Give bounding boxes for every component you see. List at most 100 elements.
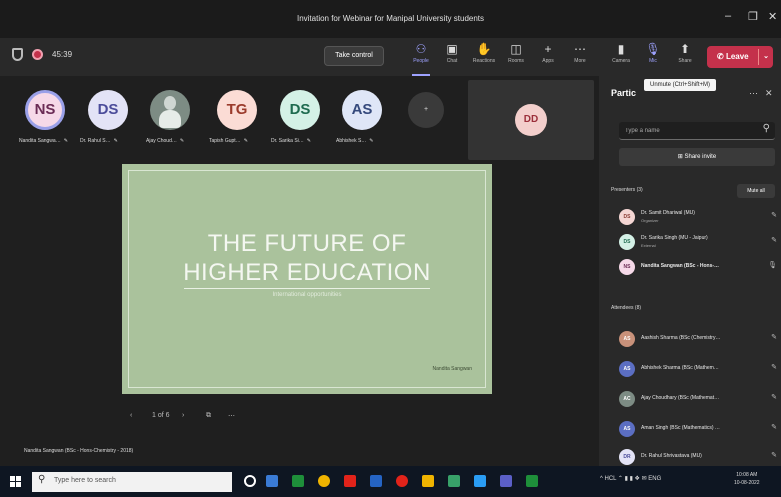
file-explorer-icon[interactable] (422, 475, 434, 487)
avatar: DS (619, 234, 635, 250)
meeting-timer: 45:39 (52, 50, 73, 59)
presenters-header[interactable]: Presenters (3) (611, 187, 643, 193)
chat-button[interactable]: ▣ Chat (437, 41, 467, 73)
mic-off-icon: ✎ (369, 138, 374, 144)
more-button[interactable]: ⋯ More (565, 41, 595, 73)
avatar: DD (515, 104, 547, 136)
restore-button[interactable]: ❐ (748, 10, 758, 23)
taskbar-app-icon[interactable] (474, 475, 486, 487)
taskbar-app-icon[interactable] (344, 475, 356, 487)
participant-row[interactable]: DS Dr. Sarika Singh (MU - Jaipur) Extern… (619, 233, 779, 253)
close-panel-icon[interactable]: ✕ (765, 88, 773, 99)
chevron-down-icon[interactable]: ⌄ (763, 46, 769, 68)
avatar: AC (619, 391, 635, 407)
mic-off-icon: ✎ (771, 237, 777, 244)
attendees-header[interactable]: Attendees (8) (611, 305, 641, 311)
participant-search[interactable]: ⚲ (619, 122, 775, 140)
slide-navigation: ‹ 1 of 6 › ⧉ ⋯ (130, 412, 260, 426)
participant-row[interactable]: NS Nandita Sangwan (BSc - Hons-… 🎙 (619, 258, 779, 278)
panel-more-button[interactable]: ⋯ (749, 88, 758, 99)
meeting-stage: NS DS TG DS AS Nandita Sangwa… ✎ Dr. Rahu… (0, 76, 599, 466)
avatar-photo-body (159, 110, 181, 128)
participant-role: External (641, 243, 656, 248)
participant-name: Nandita Sangwan (BSc - Hons-… (641, 263, 720, 269)
minimize-button[interactable]: – (725, 10, 731, 22)
chrome-icon[interactable] (318, 475, 330, 487)
avatar-initials: DS (289, 101, 311, 118)
close-window-button[interactable]: ✕ (768, 10, 777, 23)
participant-row[interactable]: AC Ajay Choudhary (BSc (Mathemat… ✎ (619, 390, 779, 410)
rooms-button[interactable]: ◫ Rooms (501, 41, 531, 73)
camera-label: Camera (612, 58, 630, 64)
people-icon: ⚇ (415, 42, 427, 56)
search-input[interactable] (625, 125, 745, 137)
participant-row[interactable]: DR Dr. Rahul Shrivastava (MU) ✎ (619, 448, 779, 468)
participant-avatar[interactable]: DS (280, 90, 320, 130)
prev-slide-button[interactable]: ‹ (130, 412, 132, 419)
participant-row[interactable]: AS Aashish Sharma (BSc (Chemistry… ✎ (619, 330, 779, 350)
mic-button[interactable]: 🎙 Mic (638, 41, 668, 73)
reactions-icon: ✋ (476, 42, 492, 56)
taskbar-app-icon[interactable] (396, 475, 408, 487)
participant-name: Abhishek Sharma (BSc (Mathem… (641, 365, 719, 371)
participant-name: Dr. Samit Dhariwal (MU) (641, 210, 695, 216)
taskbar-app-icon[interactable] (370, 475, 382, 487)
people-button[interactable]: ⚇ People (406, 41, 436, 76)
camera-button[interactable]: ▮ Camera (606, 41, 636, 73)
participant-row[interactable]: DS Dr. Samit Dhariwal (MU) Organizer ✎ (619, 208, 779, 228)
taskbar-app-icon[interactable] (448, 475, 460, 487)
taskbar-search[interactable]: ⚲ Type here to search (32, 472, 232, 492)
leave-label: Leave (725, 52, 749, 61)
apps-label: Apps (542, 58, 554, 64)
avatar: AS (619, 421, 635, 437)
avatar-initials: TG (226, 101, 248, 118)
participant-avatar[interactable]: TG (217, 90, 257, 130)
taskbar-app-icon[interactable] (526, 475, 538, 487)
avatar: AS (619, 361, 635, 377)
share-button[interactable]: ⬆ Share (670, 41, 700, 73)
take-control-button[interactable]: Take control (324, 46, 384, 66)
clock-time: 10:08 AM (736, 472, 758, 478)
more-participants-button[interactable]: + (408, 92, 444, 128)
participant-name: Aashish Sharma (BSc (Chemistry… (641, 335, 721, 341)
copy-icon[interactable]: ⧉ (206, 412, 211, 420)
participant-row[interactable]: AS Aman Singh (BSc (Mathematics) … ✎ (619, 420, 779, 440)
teams-icon[interactable] (500, 475, 512, 487)
participant-name: Nandita Sangwa… ✎ (19, 138, 68, 144)
slide-author: Nandita Sangwan (432, 366, 472, 372)
people-label: People (413, 58, 429, 64)
shared-slide: THE FUTURE OF HIGHER EDUCATION Internati… (122, 164, 492, 394)
participant-avatar[interactable] (150, 90, 190, 130)
participant-avatar[interactable]: NS (25, 90, 65, 130)
participant-row[interactable]: AS Abhishek Sharma (BSc (Mathem… ✎ (619, 360, 779, 380)
rooms-label: Rooms (508, 58, 524, 64)
avatar: AS (619, 331, 635, 347)
shield-icon (12, 48, 23, 61)
participant-name: Dr. Sarika Si… ✎ (271, 138, 311, 144)
avatar: DR (619, 449, 635, 465)
task-view-icon[interactable] (266, 475, 278, 487)
reactions-button[interactable]: ✋ Reactions (469, 41, 499, 73)
avatar-initials: NS (34, 101, 56, 118)
mic-off-icon: ✎ (771, 424, 777, 431)
mute-all-button[interactable]: Mute all (737, 184, 775, 198)
next-slide-button[interactable]: › (182, 412, 184, 419)
participant-avatar[interactable]: AS (342, 90, 382, 130)
cortana-icon[interactable] (244, 475, 256, 487)
unmute-tooltip: Unmute (Ctrl+Shift+M) (644, 79, 717, 91)
slide-title-line1: THE FUTURE OF (207, 230, 407, 257)
mic-off-icon: ✎ (771, 364, 777, 371)
avatar: DS (619, 209, 635, 225)
leave-button[interactable]: ✆ Leave ⌄ (707, 46, 773, 68)
slide-page-indicator: 1 of 6 (152, 412, 170, 419)
taskbar-app-icon[interactable] (292, 475, 304, 487)
apps-button[interactable]: + Apps (533, 41, 563, 73)
video-tile[interactable]: DD (468, 80, 594, 160)
slide-more-button[interactable]: ⋯ (228, 412, 235, 420)
system-tray[interactable]: ^ HCL ⌃ ▮ ▮ ❖ ✉ ENG (600, 475, 661, 482)
participant-name: Ajay Choud… ✎ (146, 138, 184, 144)
windows-start-icon[interactable] (10, 476, 21, 487)
participant-avatar[interactable]: DS (88, 90, 128, 130)
taskbar-clock[interactable]: 10:08 AM 10-08-2022 (734, 471, 760, 487)
share-invite-button[interactable]: ⊞ Share invite (619, 148, 775, 166)
